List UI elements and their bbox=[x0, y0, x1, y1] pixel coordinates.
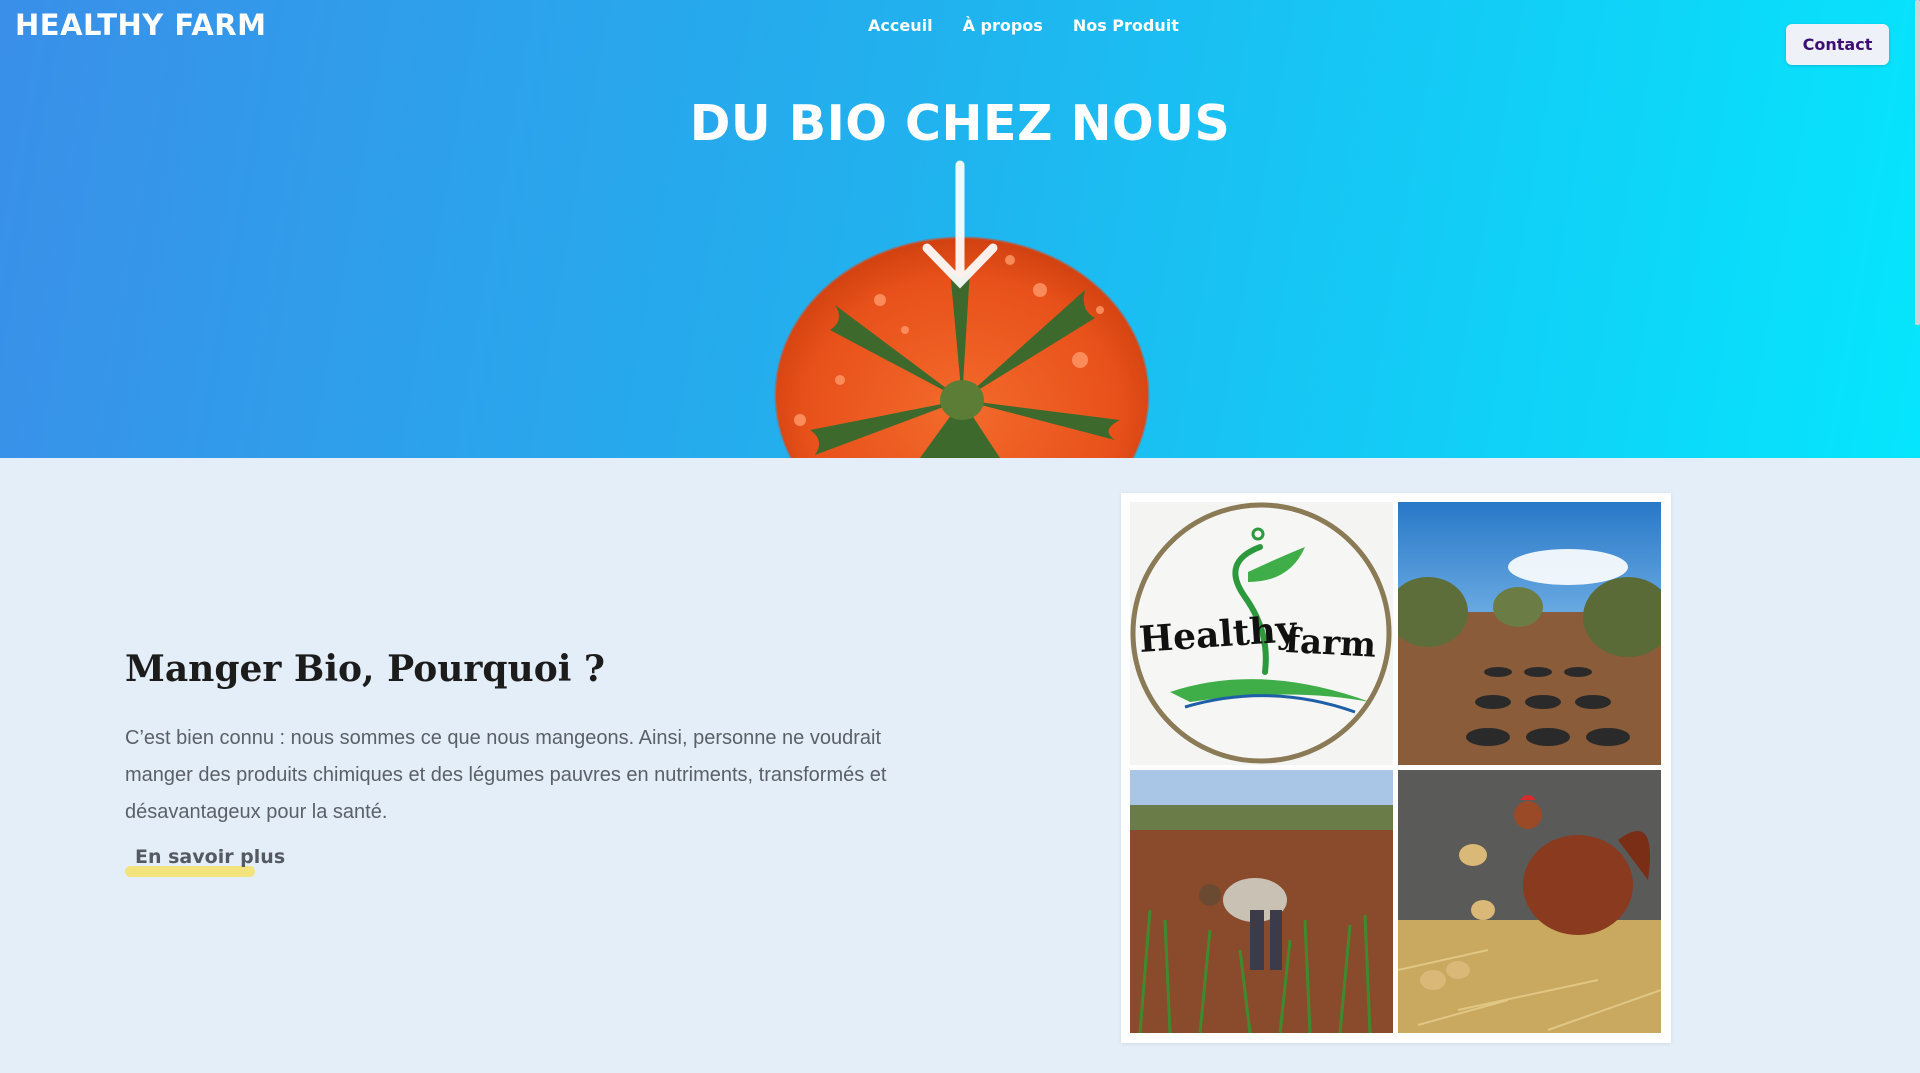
olive-field-photo bbox=[1398, 502, 1661, 765]
nav-link-accueil[interactable]: Acceuil bbox=[868, 16, 933, 35]
logo-word-farm: farm bbox=[1285, 621, 1378, 666]
nav-link-produits[interactable]: Nos Produit bbox=[1073, 16, 1179, 35]
hero-title: DU BIO CHEZ NOUS bbox=[689, 95, 1231, 152]
nav-link-a-propos[interactable]: À propos bbox=[963, 16, 1043, 35]
contact-button[interactable]: Contact bbox=[1786, 24, 1889, 65]
hero-illustration bbox=[774, 160, 1150, 458]
farmer-tile bbox=[1130, 770, 1393, 1033]
farmer-photo bbox=[1130, 770, 1393, 1033]
chickens-photo bbox=[1398, 770, 1661, 1033]
healthy-farm-logo: Healthy farm bbox=[1130, 502, 1392, 764]
hero-section: HEALTHY FARM Acceuil À propos Nos Produi… bbox=[0, 0, 1920, 458]
learn-more-label: En savoir plus bbox=[135, 846, 286, 868]
scrollbar-thumb[interactable] bbox=[1915, 0, 1920, 325]
brand-logo-text[interactable]: HEALTHY FARM bbox=[15, 8, 266, 42]
chickens-tile bbox=[1398, 770, 1661, 1033]
olive-field-tile bbox=[1398, 502, 1661, 765]
section-description: C’est bien connu : nous sommes ce que no… bbox=[125, 727, 887, 823]
svg-text:farm: farm bbox=[1285, 621, 1378, 666]
main-nav: Acceuil À propos Nos Produit bbox=[868, 16, 1179, 35]
arrow-down-icon bbox=[922, 160, 998, 289]
learn-more-link[interactable]: En savoir plus bbox=[125, 846, 286, 877]
logo-tile: Healthy farm bbox=[1130, 502, 1393, 765]
photo-collage: Healthy farm bbox=[1121, 493, 1671, 1043]
section-title: Manger Bio, Pourquoi ? bbox=[125, 648, 606, 690]
